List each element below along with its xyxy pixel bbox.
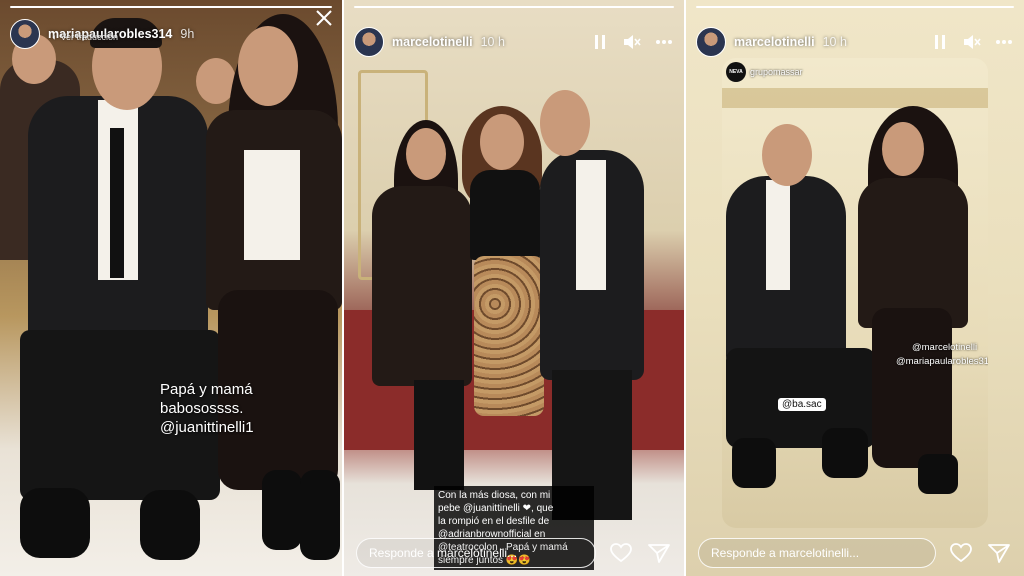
woman-legs bbox=[414, 380, 464, 490]
caption-line: pebe @juanittinelli ❤, que bbox=[438, 503, 554, 514]
mute-icon bbox=[624, 35, 641, 49]
boot bbox=[262, 470, 302, 550]
avatar[interactable] bbox=[354, 27, 384, 57]
girl-face bbox=[480, 114, 524, 170]
story-username[interactable]: marcelotinelli bbox=[392, 35, 473, 49]
progress-segment bbox=[696, 6, 1014, 8]
share-button[interactable] bbox=[646, 540, 672, 566]
caption-line: la rompió en el desfile de bbox=[438, 516, 550, 527]
story-header: marcelotinelli 10 h bbox=[696, 22, 1014, 62]
shoe bbox=[732, 438, 776, 488]
story-time: 10 h bbox=[822, 35, 847, 49]
caption-line: babosossss. bbox=[160, 400, 244, 417]
mute-button[interactable] bbox=[622, 32, 642, 52]
send-icon bbox=[648, 544, 670, 563]
avatar[interactable] bbox=[696, 27, 726, 57]
translation-link[interactable]: ◐ Ver traducción bbox=[52, 32, 118, 42]
boot bbox=[300, 470, 340, 560]
woman-face bbox=[406, 128, 446, 180]
woman-coat bbox=[372, 186, 472, 386]
woman-leather-pants bbox=[872, 308, 952, 468]
pause-icon bbox=[935, 35, 945, 49]
share-button[interactable] bbox=[986, 540, 1012, 566]
leopard-skirt bbox=[474, 256, 544, 416]
more-options-button[interactable] bbox=[994, 32, 1014, 52]
pause-icon bbox=[595, 35, 605, 49]
man-face bbox=[762, 124, 812, 186]
user-tag[interactable]: @mariapaularobles314 bbox=[896, 356, 988, 367]
shoe bbox=[822, 428, 868, 478]
like-button[interactable] bbox=[608, 540, 634, 566]
send-icon bbox=[988, 544, 1010, 563]
heart-icon bbox=[950, 543, 972, 563]
man-shirt bbox=[576, 160, 606, 290]
mention-sticker[interactable]: @ba.sac bbox=[778, 398, 826, 411]
progress-segment bbox=[354, 6, 674, 8]
translation-label: Ver traducción bbox=[60, 32, 118, 42]
globe-icon: ◐ bbox=[52, 32, 58, 42]
stories-collage: mariapaularobles314 9h ◐ Ver traducción … bbox=[0, 0, 1024, 576]
story-panel-mariapaularobles[interactable]: mariapaularobles314 9h ◐ Ver traducción … bbox=[0, 0, 342, 576]
story-panel-marcelotinelli-2[interactable]: marcelotinelli 10 h NEVA grupomassar @ma… bbox=[686, 0, 1024, 576]
girl-top bbox=[470, 170, 540, 260]
reply-bar: Responde a marcelotinelli... bbox=[356, 538, 672, 568]
reply-bar: Responde a marcelotinelli... bbox=[698, 538, 1012, 568]
story-progress-bar bbox=[10, 6, 332, 8]
story-time: 9h bbox=[180, 27, 195, 41]
mute-button[interactable] bbox=[962, 32, 982, 52]
reposted-story-frame[interactable]: NEVA grupomassar @marcelotinelli @mariap… bbox=[722, 58, 988, 528]
woman-face bbox=[882, 122, 924, 176]
boot bbox=[918, 454, 958, 494]
reply-input[interactable]: Responde a marcelotinelli... bbox=[356, 538, 596, 568]
more-icon bbox=[656, 40, 672, 44]
repost-header: NEVA grupomassar bbox=[726, 62, 803, 82]
repost-avatar[interactable]: NEVA bbox=[726, 62, 746, 82]
story-caption: Papá y mamá babosossss. @juanittinelli1 bbox=[160, 380, 254, 437]
story-time: 10 h bbox=[480, 35, 505, 49]
pause-button[interactable] bbox=[930, 32, 950, 52]
man-shirt bbox=[766, 180, 790, 290]
caption-line: Papá y mamá bbox=[160, 381, 253, 398]
man-tie bbox=[110, 128, 124, 278]
avatar[interactable] bbox=[10, 19, 40, 49]
shoe bbox=[140, 490, 200, 560]
gold-molding bbox=[722, 88, 988, 108]
repost-account[interactable]: grupomassar bbox=[750, 67, 803, 77]
story-username[interactable]: marcelotinelli bbox=[734, 35, 815, 49]
heart-icon bbox=[610, 543, 632, 563]
shoe bbox=[20, 488, 90, 558]
like-button[interactable] bbox=[948, 540, 974, 566]
progress-segment bbox=[10, 6, 332, 8]
caption-line: Con la más diosa, con mi bbox=[438, 490, 551, 501]
more-options-button[interactable] bbox=[654, 32, 674, 52]
user-tag[interactable]: @marcelotinelli bbox=[912, 342, 977, 353]
caption-mention[interactable]: @juanittinelli1 bbox=[160, 418, 254, 437]
woman-jacket bbox=[858, 178, 968, 328]
story-header: marcelotinelli 10 h bbox=[354, 22, 674, 62]
pause-button[interactable] bbox=[590, 32, 610, 52]
more-icon bbox=[996, 40, 1012, 44]
reply-input[interactable]: Responde a marcelotinelli... bbox=[698, 538, 936, 568]
close-icon bbox=[316, 10, 332, 26]
man-face bbox=[540, 90, 590, 156]
story-progress-bar bbox=[354, 6, 674, 8]
close-button[interactable] bbox=[314, 8, 334, 28]
mute-icon bbox=[964, 35, 981, 49]
story-progress-bar bbox=[696, 6, 1014, 8]
woman-blouse bbox=[244, 150, 300, 260]
story-panel-marcelotinelli-1[interactable]: marcelotinelli 10 h Con la más diosa, co… bbox=[344, 0, 684, 576]
